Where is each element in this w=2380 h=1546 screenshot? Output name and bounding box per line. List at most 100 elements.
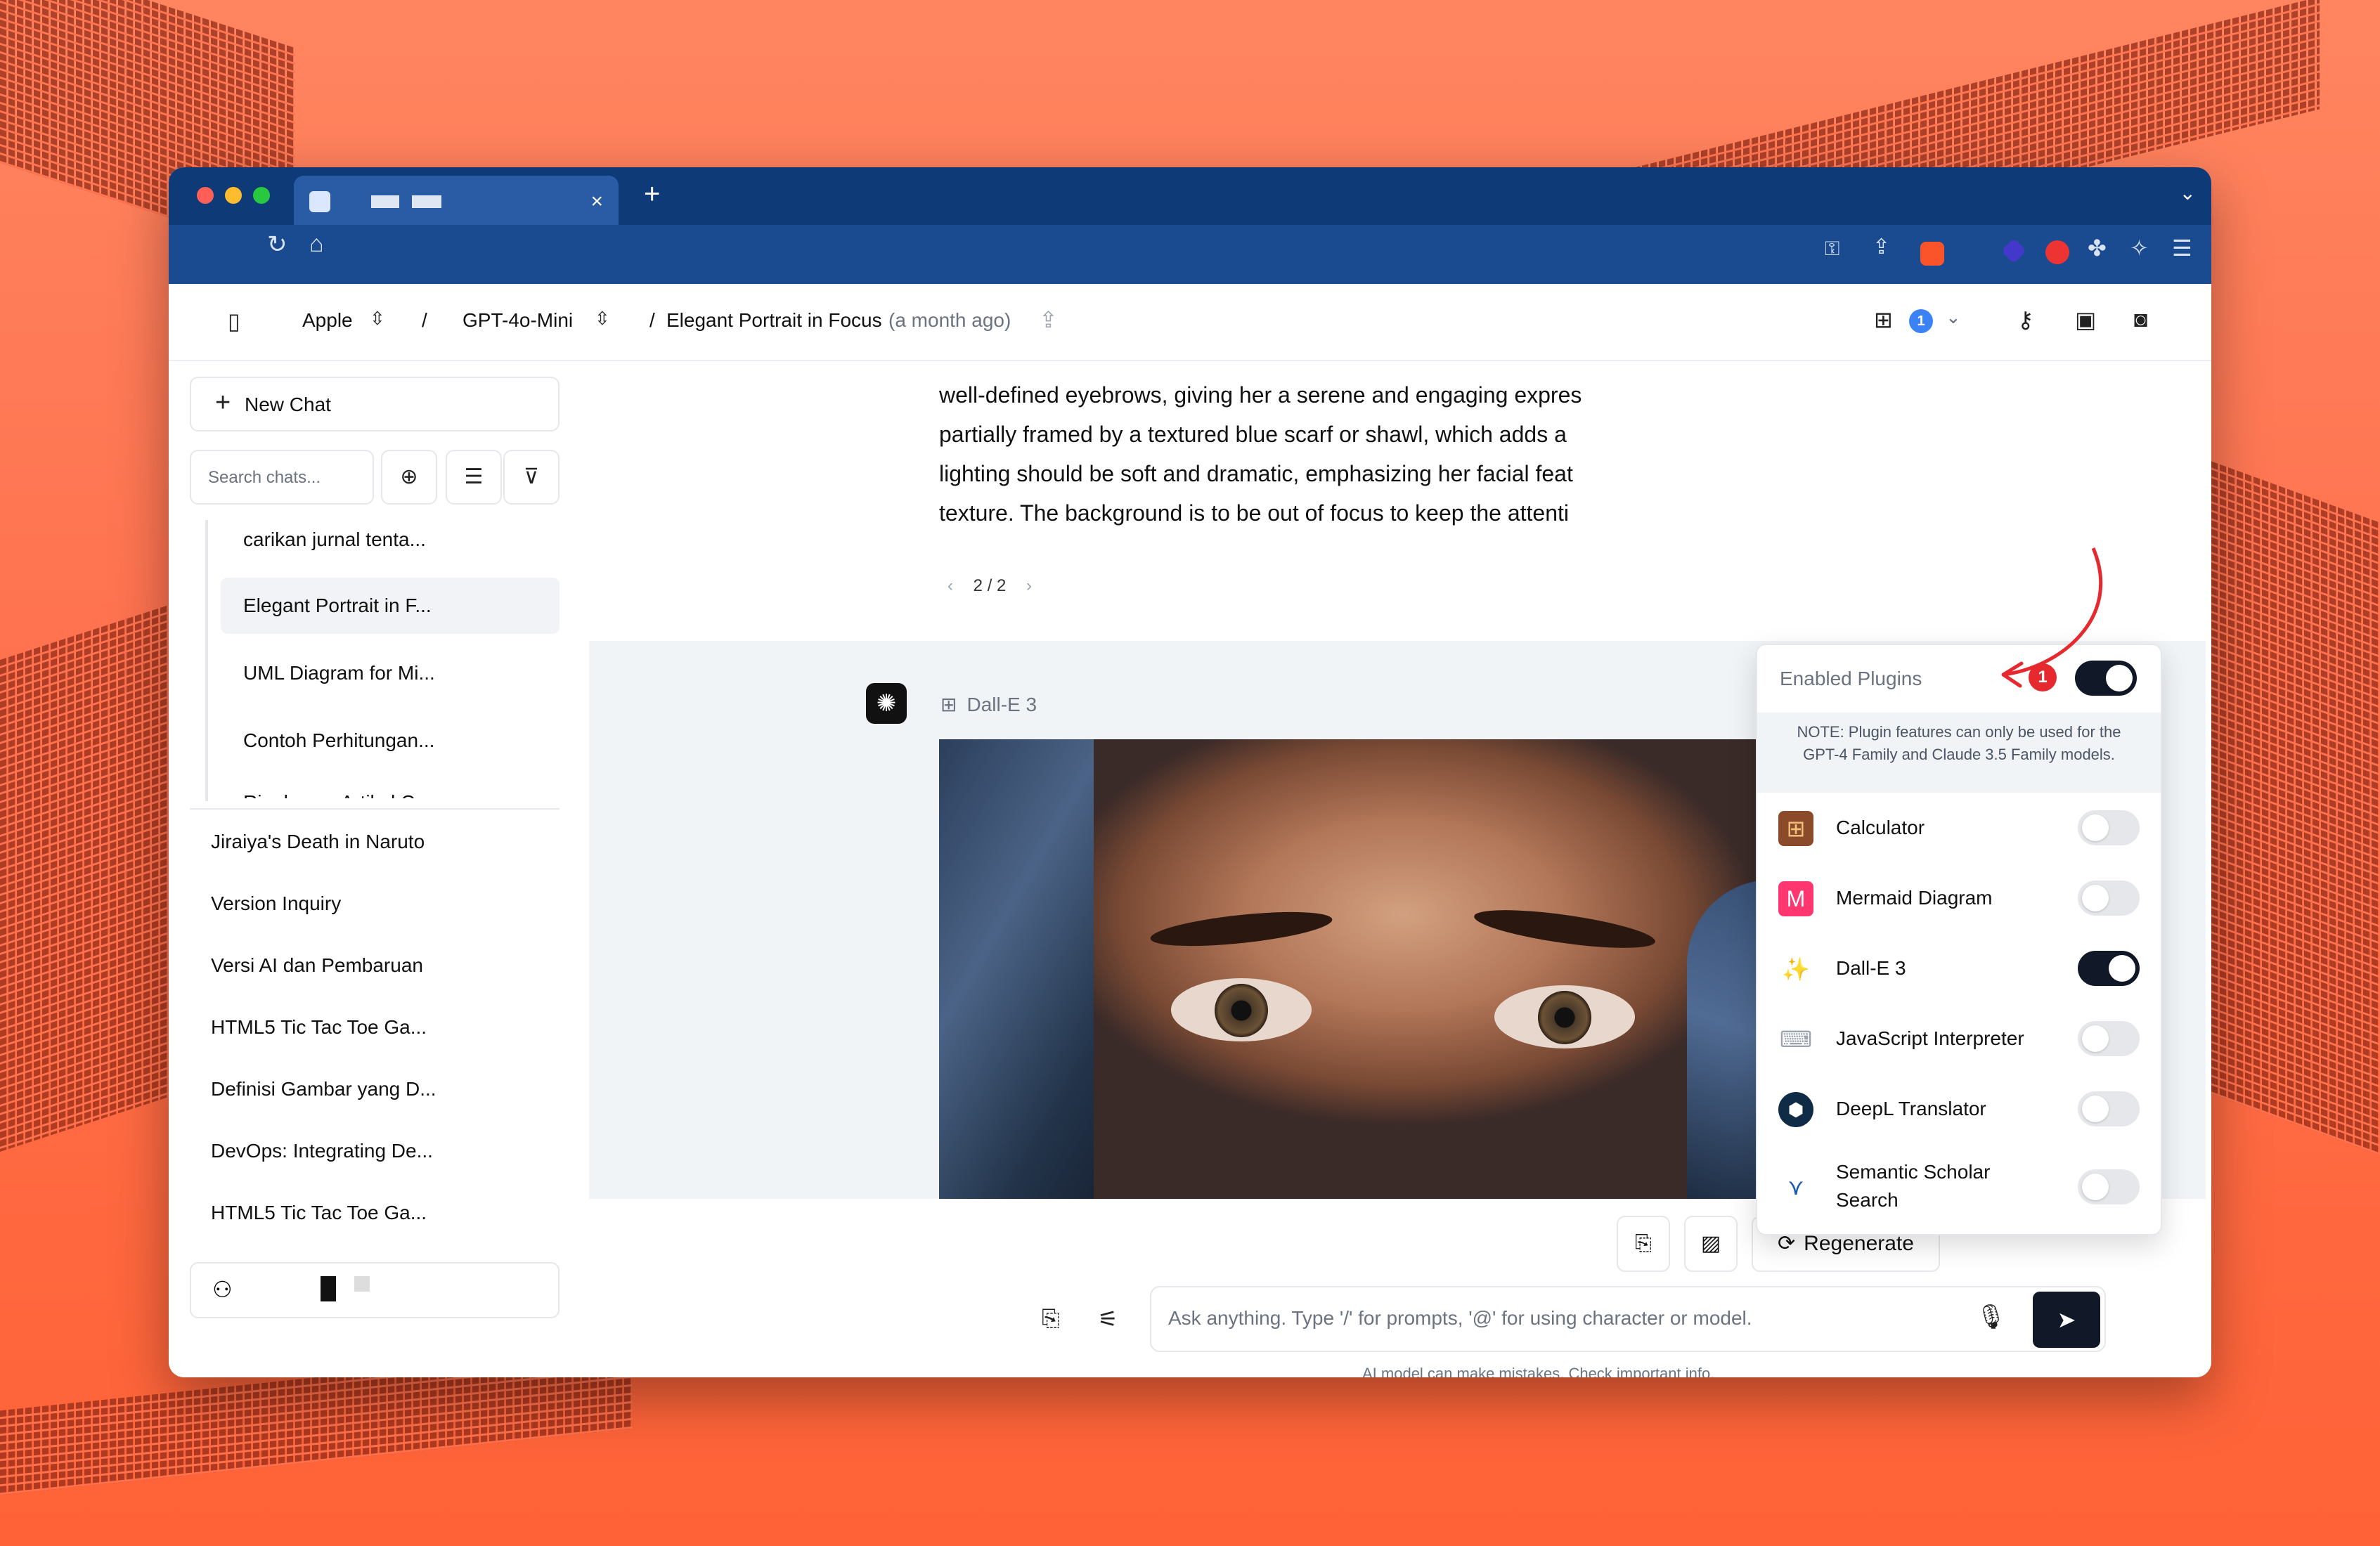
model-chevron-icon[interactable]: ⇳ (595, 308, 610, 330)
plus-icon: + (215, 388, 231, 417)
extensions-puzzle-icon[interactable]: ✤ (2088, 235, 2111, 261)
share-icon[interactable]: ⇪ (1873, 235, 1896, 259)
mermaid-icon: M (1778, 881, 1813, 916)
settings-sliders-icon[interactable]: ⚟ (1098, 1306, 1118, 1332)
plugins-dropdown: Enabled Plugins 1 NOTE: Plugin features … (1756, 644, 2162, 1235)
workspace-selector[interactable]: Apple (302, 309, 353, 332)
folder-chat-item[interactable]: UML Diagram for Mi... (221, 645, 560, 701)
new-chat-button[interactable]: + New Chat (190, 377, 560, 431)
folder-guide-line (205, 520, 208, 801)
abacus-icon: ⊞ (1778, 811, 1813, 846)
chat-item[interactable]: DevOps: Integrating De... (211, 1140, 433, 1162)
new-chat-label: New Chat (245, 394, 331, 415)
sidebar-toggle-icon[interactable]: ▯ (228, 308, 240, 334)
copy-button[interactable]: ⎘ (1617, 1216, 1670, 1272)
app-root: ▯ Apple ⇳ / GPT-4o-Mini ⇳ / Elegant Port… (169, 284, 2211, 1377)
chat-item[interactable]: Version Inquiry (211, 892, 341, 915)
key-icon[interactable]: ⚿ (1825, 238, 1849, 261)
openai-logo-icon: ✺ (866, 683, 907, 724)
reload-icon[interactable]: ↻ (267, 230, 287, 259)
folder-chat-item[interactable]: Ringkasan Artikel C... (221, 774, 560, 798)
sparkles-icon: ✨ (1782, 956, 1810, 982)
chat-input[interactable]: Ask anything. Type '/' for prompts, '@' … (1150, 1286, 2106, 1352)
user-icon: ⚇ (212, 1277, 233, 1302)
plugin-toggle[interactable] (2078, 881, 2140, 916)
menu-icon[interactable]: ☰ (2172, 235, 2196, 261)
model-selector[interactable]: GPT-4o-Mini (463, 309, 573, 332)
plugin-name: JavaScript Interpreter (1836, 1027, 2024, 1049)
plugin-row-mermaid[interactable]: M Mermaid Diagram (1757, 863, 2161, 933)
plugin-row-dalle[interactable]: ✨ Dall-E 3 (1757, 933, 2161, 1003)
user-name-redacted (354, 1276, 370, 1292)
key-settings-icon[interactable]: ⚷ (2017, 306, 2033, 333)
plugin-name: Calculator (1836, 817, 1925, 838)
terminal-icon[interactable]: ▣ (2075, 306, 2096, 333)
close-window-button[interactable] (197, 187, 214, 204)
pixel-pattern (0, 605, 169, 1152)
keyboard-icon: ⌨ (1779, 1027, 1813, 1052)
folder-chat-item[interactable]: carikan jurnal tenta... (221, 528, 560, 564)
chat-age: (a month ago) (888, 309, 1011, 331)
pager-next-icon[interactable]: › (1026, 576, 1032, 595)
plugin-row-deepl[interactable]: ⬢ DeepL Translator (1757, 1074, 2161, 1144)
zoom-window-button[interactable] (253, 187, 270, 204)
image-brow (1472, 902, 1657, 956)
chat-item[interactable]: HTML5 Tic Tac Toe Ga... (211, 1016, 427, 1039)
chat-item[interactable]: Definisi Gambar yang D... (211, 1078, 436, 1100)
image-edit-button[interactable]: ▨ (1684, 1216, 1738, 1272)
tool-label: ⊞ Dall-E 3 (940, 694, 1037, 715)
chat-item[interactable]: HTML5 Tic Tac Toe Ga... (211, 1202, 427, 1224)
clipboard-icon[interactable]: ⎘ (1042, 1306, 1060, 1332)
chat-item[interactable]: Versi AI dan Pembaruan (211, 954, 423, 977)
folder-chat-item-selected[interactable]: Elegant Portrait in F... (221, 578, 560, 634)
bookmark-icon[interactable]: ⌂ (309, 230, 324, 258)
select-chats-button[interactable]: ☰ (446, 450, 502, 505)
annotation-arrow (2001, 547, 2103, 688)
generated-image[interactable] (939, 739, 1856, 1199)
plugin-row-calculator[interactable]: ⊞ Calculator (1757, 793, 2161, 863)
plugins-note: NOTE: Plugin features can only be used f… (1757, 713, 2161, 793)
plugin-count-badge: 1 (1909, 309, 1933, 333)
plugins-title: Enabled Plugins (1780, 668, 1922, 689)
image-eye (1494, 985, 1635, 1048)
sidebar-divider (190, 808, 560, 810)
plugin-toggle[interactable] (2078, 1091, 2140, 1126)
plugin-row-semantic-scholar[interactable]: ⋎ Semantic Scholar Search (1757, 1144, 2161, 1231)
extension-purple-icon[interactable] (2000, 238, 2027, 264)
plugin-toggle[interactable] (2078, 1021, 2140, 1056)
send-button[interactable]: ➤ (2033, 1292, 2100, 1348)
chat-item[interactable]: Jiraiya's Death in Naruto (211, 831, 425, 853)
filter-button[interactable]: ⊽ (503, 450, 560, 505)
browser-tab[interactable]: × (294, 176, 619, 225)
user-menu[interactable]: ⚇ (190, 1262, 560, 1318)
tab-list-chevron-icon[interactable]: ⌄ (2180, 181, 2196, 204)
pager-prev-icon[interactable]: ‹ (948, 576, 953, 595)
plugin-icon: ⊞ (940, 694, 957, 715)
deepl-icon: ⬢ (1778, 1092, 1813, 1127)
search-chats-input[interactable]: Search chats... (190, 450, 374, 505)
new-tab-button[interactable]: + (644, 178, 660, 210)
pager-text: 2 / 2 (973, 576, 1007, 595)
breadcrumb-separator: / (422, 309, 427, 331)
share-chat-icon[interactable]: ⇪ (1039, 306, 1058, 333)
close-tab-icon[interactable]: × (590, 190, 603, 214)
brave-shield-icon[interactable] (1920, 242, 1944, 266)
minimize-window-button[interactable] (225, 187, 242, 204)
chat-title: Elegant Portrait in Focus (666, 309, 882, 331)
plugin-row-javascript[interactable]: ⌨ JavaScript Interpreter (1757, 1003, 2161, 1074)
browser-titlebar: × + ⌄ (169, 167, 2211, 225)
plugin-toggle[interactable] (2078, 810, 2140, 845)
folder-chat-item[interactable]: Contoh Perhitungan... (221, 713, 560, 769)
leo-ai-icon[interactable]: ✧ (2130, 235, 2154, 261)
extension-pokeball-icon[interactable] (2045, 240, 2069, 264)
plugins-chevron-down-icon[interactable]: ⌄ (1946, 306, 1961, 328)
plugin-toggle[interactable] (2078, 1169, 2140, 1204)
plugins-icon[interactable]: ⊞ (1874, 306, 1893, 333)
account-icon[interactable]: ◙ (2134, 306, 2147, 332)
new-folder-button[interactable]: ⊕ (381, 450, 437, 505)
microphone-icon[interactable]: 🎙 (1976, 1303, 2006, 1331)
message-line: texture. The background is to be out of … (939, 500, 1569, 526)
message-line: well-defined eyebrows, giving her a sere… (939, 382, 1582, 408)
plugin-toggle[interactable] (2078, 951, 2140, 986)
workspace-chevron-icon[interactable]: ⇳ (370, 308, 385, 330)
